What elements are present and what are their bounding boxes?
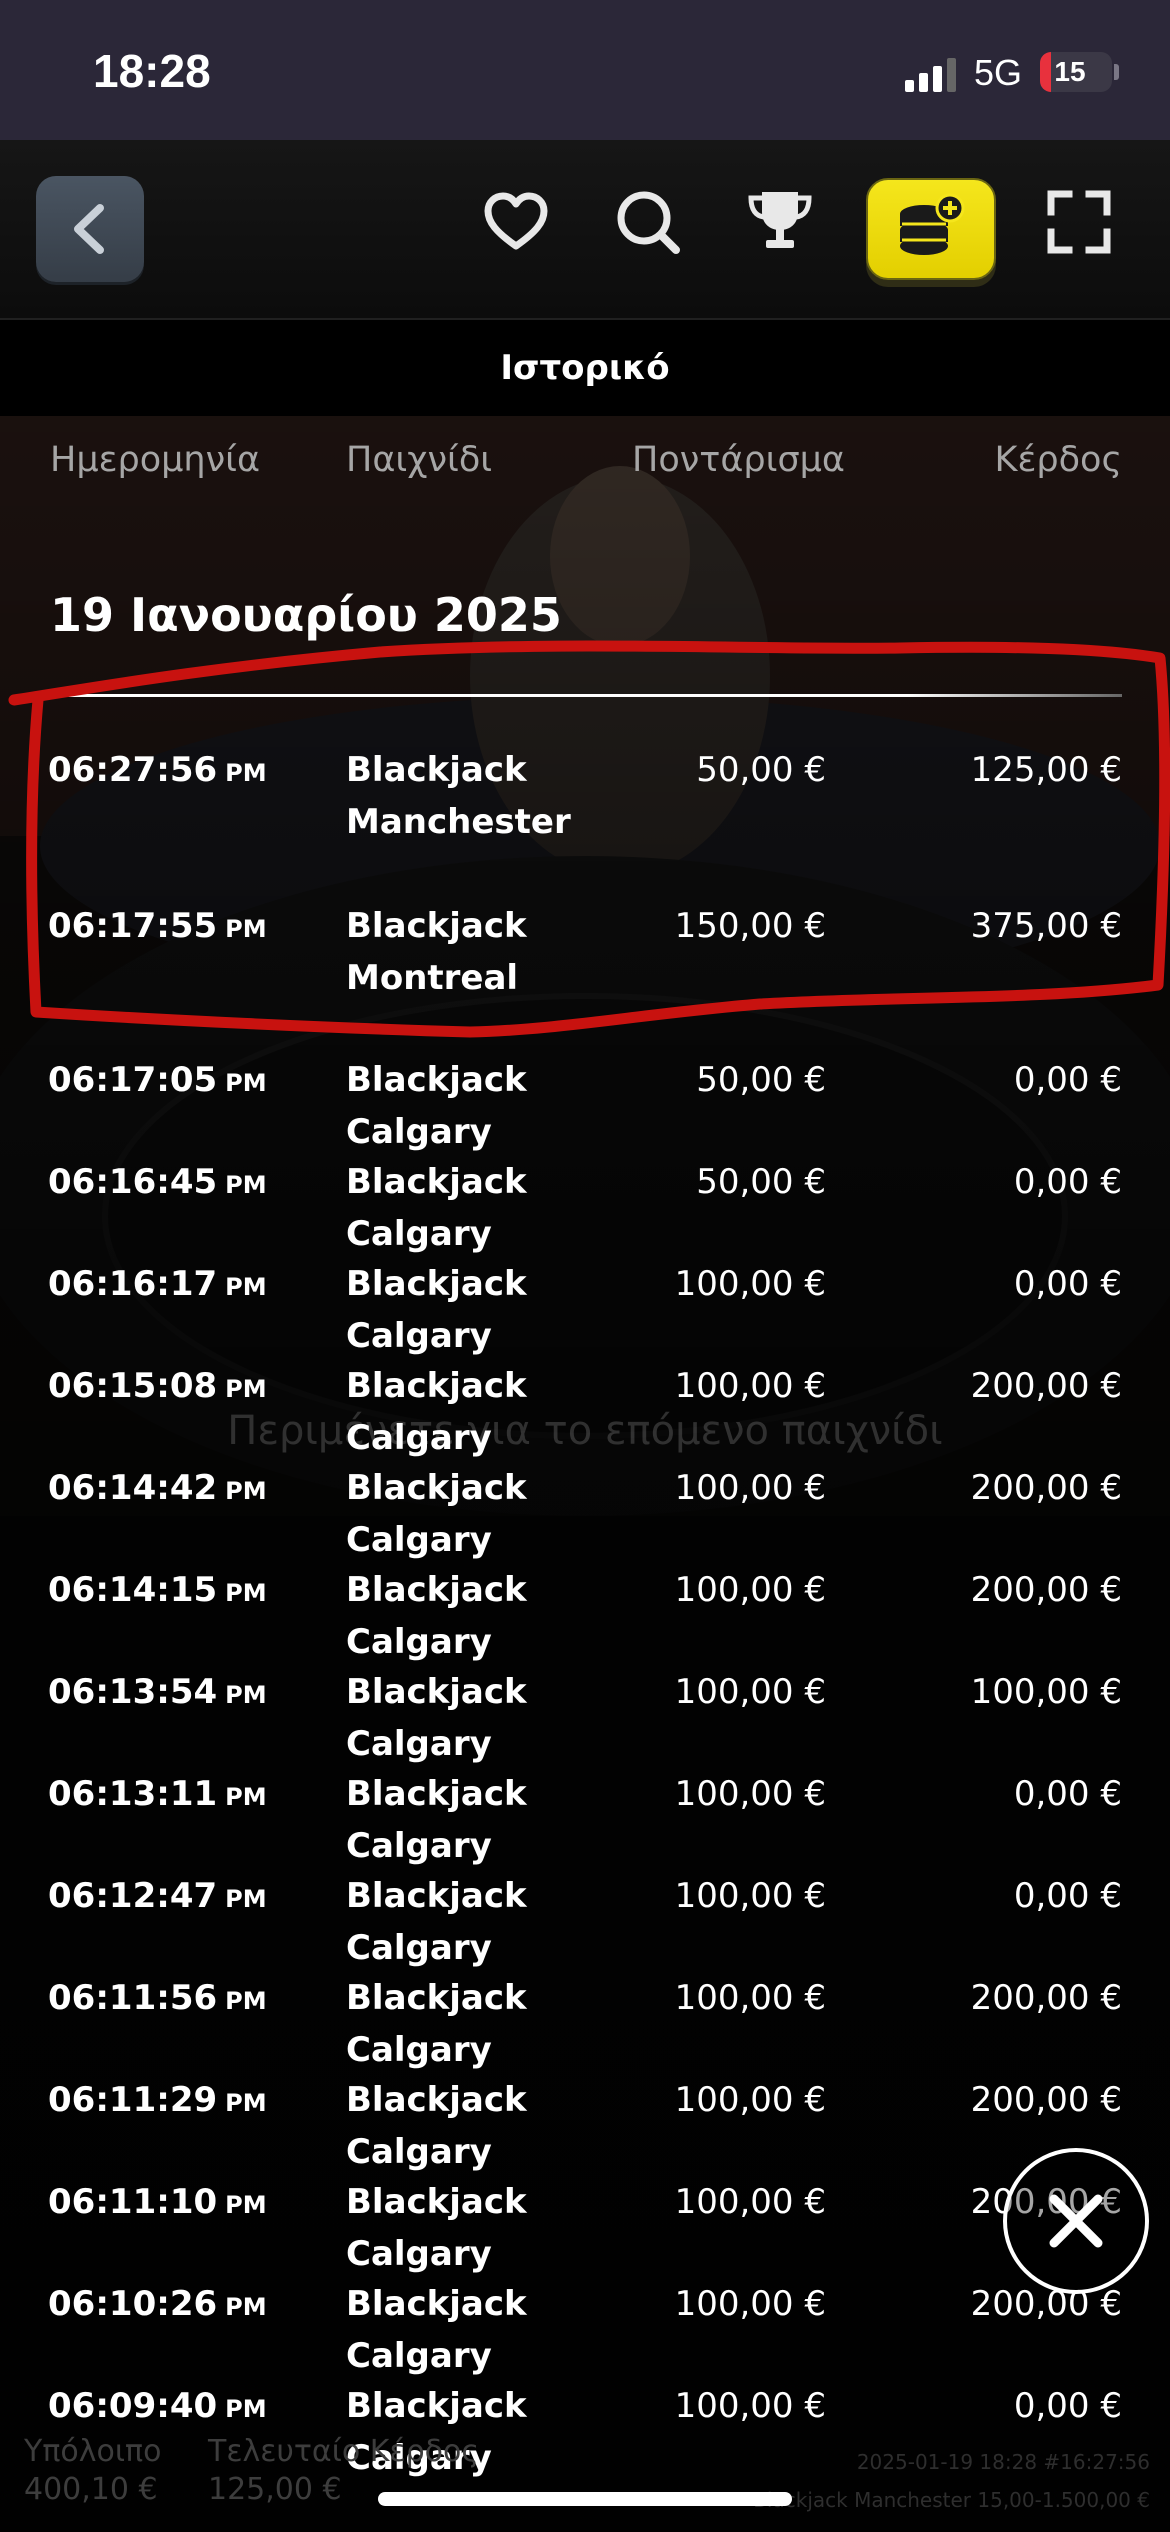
close-history-button[interactable] <box>1003 2148 1149 2294</box>
row-win: 100,00 € <box>970 1672 1122 1712</box>
row-win: 375,00 € <box>970 906 1122 946</box>
row-stake: 50,00 € <box>696 1162 826 1202</box>
history-column-headers: Ημερομηνία Παιχνίδι Ποντάρισμα Κέρδος <box>0 440 1170 496</box>
row-stake: 100,00 € <box>674 2284 826 2324</box>
row-game: Blackjack Calgary <box>346 1978 527 2070</box>
row-stake: 150,00 € <box>674 906 826 946</box>
status-time: 18:28 <box>93 45 211 97</box>
row-time: 06:17:05 PM <box>48 1060 267 1100</box>
row-game: Blackjack Manchester <box>346 750 571 842</box>
row-game: Blackjack Calgary <box>346 2284 527 2376</box>
row-game: Blackjack Calgary <box>346 1570 527 1662</box>
row-win: 125,00 € <box>970 750 1122 790</box>
row-game: Blackjack Calgary <box>346 2080 527 2172</box>
column-stake: Ποντάρισμα <box>632 440 846 480</box>
home-indicator[interactable] <box>378 2492 792 2506</box>
row-stake: 100,00 € <box>674 1672 826 1712</box>
close-icon <box>1049 2194 1103 2248</box>
row-win: 200,00 € <box>970 1468 1122 1508</box>
row-time: 06:10:26 PM <box>48 2284 267 2324</box>
battery-nub <box>1114 64 1119 80</box>
round-id: 2025-01-19 18:28 #16:27:56 <box>856 2450 1150 2474</box>
row-time: 06:11:29 PM <box>48 2080 267 2120</box>
row-game: Blackjack Montreal <box>346 906 527 998</box>
row-time: 06:09:40 PM <box>48 2386 267 2426</box>
last-win-value: 125,00 € <box>208 2472 342 2507</box>
row-stake: 100,00 € <box>674 1468 826 1508</box>
row-win: 0,00 € <box>1013 1876 1122 1916</box>
row-time: 06:17:55 PM <box>48 906 267 946</box>
row-game: Blackjack Calgary <box>346 1774 527 1866</box>
battery-percent: 15 <box>1054 56 1086 87</box>
network-type: 5G <box>974 52 1023 93</box>
row-win: 0,00 € <box>1013 1774 1122 1814</box>
game-toolbar <box>0 140 1170 320</box>
row-time: 06:16:45 PM <box>48 1162 267 1202</box>
row-stake: 100,00 € <box>674 2386 826 2426</box>
row-win: 200,00 € <box>970 1570 1122 1610</box>
row-stake: 100,00 € <box>674 1876 826 1916</box>
row-win: 200,00 € <box>970 2080 1122 2120</box>
row-stake: 50,00 € <box>696 1060 826 1100</box>
row-stake: 50,00 € <box>696 750 826 790</box>
coins-plus-icon <box>900 193 965 255</box>
page-title: Ιστορικό <box>500 348 670 388</box>
column-game: Παιχνίδι <box>346 440 493 480</box>
row-time: 06:16:17 PM <box>48 1264 267 1304</box>
row-game: Blackjack Calgary <box>346 1468 527 1560</box>
row-time: 06:13:11 PM <box>48 1774 267 1814</box>
row-game: Blackjack Calgary <box>346 1366 527 1458</box>
search-icon[interactable] <box>610 184 686 260</box>
row-stake: 100,00 € <box>674 1366 826 1406</box>
history-title-bar: Ιστορικό <box>0 320 1170 416</box>
status-bar: 18:28 5G 15 <box>0 0 1170 140</box>
row-time: 06:15:08 PM <box>48 1366 267 1406</box>
last-win-label: Τελευταίο Κέρδος <box>208 2434 479 2469</box>
trophy-icon[interactable] <box>742 184 818 260</box>
row-stake: 100,00 € <box>674 1264 826 1304</box>
row-time: 06:13:54 PM <box>48 1672 267 1712</box>
chevron-left-icon <box>74 204 104 254</box>
row-win: 0,00 € <box>1013 2386 1122 2426</box>
signal-icon <box>905 58 956 92</box>
fullscreen-icon[interactable] <box>1041 184 1117 260</box>
row-time: 06:27:56 PM <box>48 750 267 790</box>
row-game: Blackjack Calgary <box>346 1672 527 1764</box>
row-stake: 100,00 € <box>674 2080 826 2120</box>
balance-label: Υπόλοιπο <box>24 2434 162 2469</box>
row-time: 06:14:15 PM <box>48 1570 267 1610</box>
date-divider <box>50 694 1122 697</box>
row-stake: 100,00 € <box>674 1570 826 1610</box>
game-footer: Υπόλοιπο 400,10 € Τελευταίο Κέρδος 125,0… <box>0 2428 1170 2532</box>
row-win: 0,00 € <box>1013 1162 1122 1202</box>
table-info: Blackjack Manchester 15,00-1.500,00 € <box>753 2488 1150 2512</box>
row-game: Blackjack Calgary <box>346 1162 527 1254</box>
row-time: 06:11:56 PM <box>48 1978 267 2018</box>
row-time: 06:12:47 PM <box>48 1876 267 1916</box>
row-time: 06:11:10 PM <box>48 2182 267 2222</box>
back-button[interactable] <box>36 176 144 282</box>
heart-icon[interactable] <box>478 184 554 260</box>
row-win: 0,00 € <box>1013 1264 1122 1304</box>
row-time: 06:14:42 PM <box>48 1468 267 1508</box>
row-win: 0,00 € <box>1013 1060 1122 1100</box>
column-win: Κέρδος <box>994 440 1122 480</box>
row-game: Blackjack Calgary <box>346 2182 527 2274</box>
row-win: 200,00 € <box>970 1978 1122 2018</box>
cashier-button[interactable] <box>866 178 996 280</box>
row-stake: 100,00 € <box>674 1978 826 2018</box>
balance-value: 400,10 € <box>24 2472 158 2507</box>
row-game: Blackjack Calgary <box>346 1876 527 1968</box>
date-group-header: 19 Ιανουαρίου 2025 <box>50 588 562 642</box>
row-stake: 100,00 € <box>674 1774 826 1814</box>
battery-icon: 15 <box>1040 52 1112 92</box>
column-date: Ημερομηνία <box>50 440 261 480</box>
row-win: 200,00 € <box>970 1366 1122 1406</box>
row-game: Blackjack Calgary <box>346 1264 527 1356</box>
row-game: Blackjack Calgary <box>346 1060 527 1152</box>
row-stake: 100,00 € <box>674 2182 826 2222</box>
